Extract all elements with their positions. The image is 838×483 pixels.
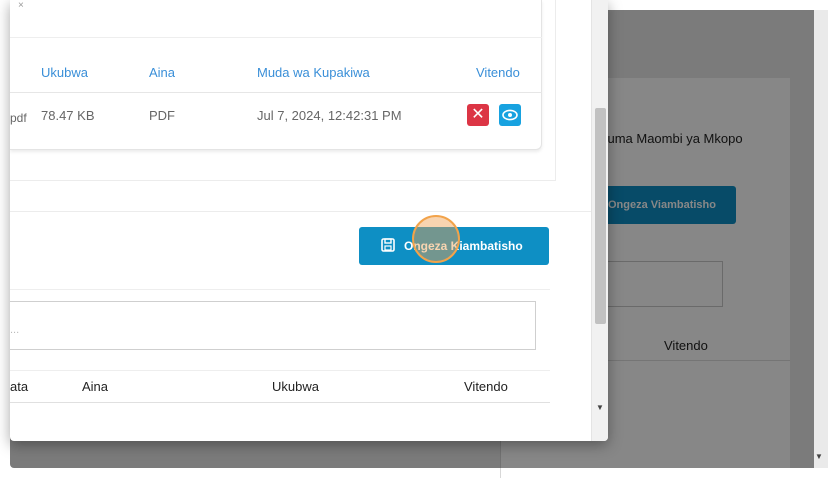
modal-scrollbar[interactable]: ▼ [591, 0, 608, 441]
attachments-modal: × Ukubwa Aina Muda wa Kupakiwa Vitendo p… [10, 0, 608, 441]
page-scrollbar[interactable] [814, 10, 828, 468]
search-placeholder: ... [10, 324, 20, 336]
column-header-size: Ukubwa [41, 65, 88, 80]
divider [10, 180, 555, 181]
click-indicator [412, 215, 460, 263]
divider [10, 37, 542, 38]
uploaded-files-card: × Ukubwa Aina Muda wa Kupakiwa Vitendo p… [10, 0, 542, 150]
close-x-icon: ✕ [471, 106, 485, 123]
scroll-down-arrow-icon[interactable]: ▼ [596, 403, 604, 412]
divider [10, 370, 550, 371]
scrollbar-thumb[interactable] [595, 108, 606, 324]
delete-file-button[interactable]: ✕ [467, 104, 489, 126]
file-size-cell: 78.47 KB [41, 108, 95, 123]
file-name-cell: pdf [10, 111, 27, 125]
column-header-upload-time: Muda wa Kupakiwa [257, 65, 370, 80]
column-header-actions: Vitendo [476, 65, 520, 80]
divider [10, 92, 542, 93]
divider [10, 211, 598, 212]
divider [10, 402, 550, 403]
scroll-down-arrow-icon[interactable]: ▼ [815, 452, 823, 461]
view-file-button[interactable] [499, 104, 521, 126]
column-header-type: Aina [149, 65, 176, 80]
column-header-name: ata [10, 379, 29, 394]
column-header-actions: Vitendo [464, 379, 508, 394]
divider [555, 0, 556, 181]
save-icon [381, 238, 395, 252]
dismiss-icon[interactable]: × [18, 0, 24, 11]
column-header-type: Aina [82, 379, 109, 394]
search-input[interactable] [10, 301, 536, 350]
file-type-cell: PDF [149, 108, 175, 123]
file-upload-time-cell: Jul 7, 2024, 12:42:31 PM [257, 108, 402, 123]
eye-icon [502, 109, 518, 121]
divider [10, 289, 550, 290]
column-header-size: Ukubwa [272, 379, 319, 394]
